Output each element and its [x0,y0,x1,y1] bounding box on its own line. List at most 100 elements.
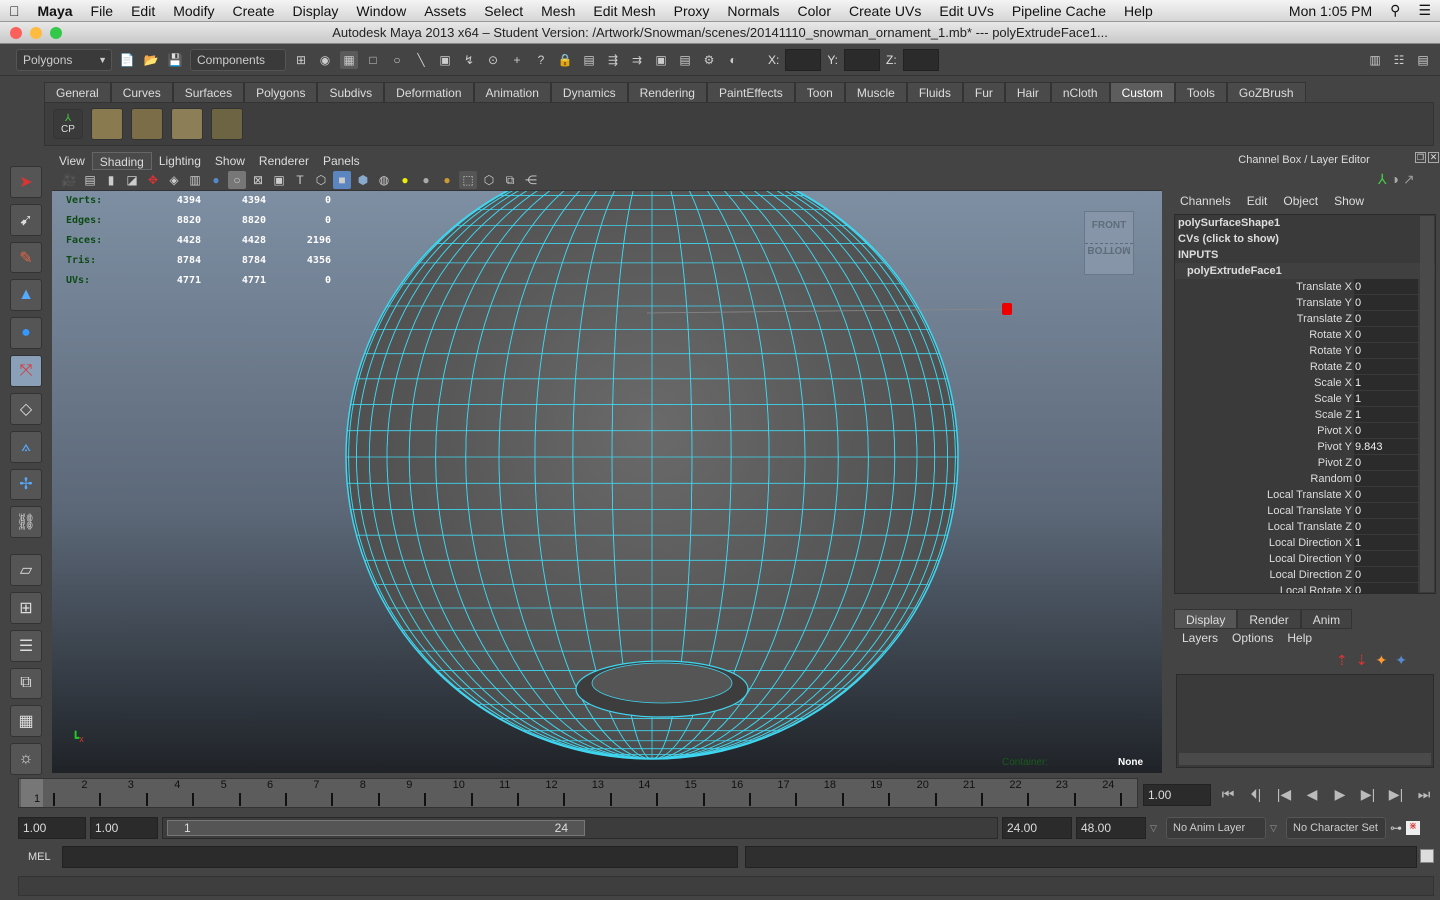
menu-mesh[interactable]: Mesh [532,3,584,19]
channel-box-scrollbar[interactable] [1420,216,1434,592]
menu-file[interactable]: File [82,3,123,19]
channel-value[interactable]: 0 [1354,423,1418,439]
extrude-icon[interactable] [171,108,203,140]
channel-value[interactable]: 0 [1354,567,1418,583]
viewport-menu-lighting[interactable]: Lighting [152,152,208,170]
end-time-field[interactable]: 48.00 [1076,817,1146,839]
channel-name[interactable]: Local Translate Z [1175,519,1354,535]
channel-row[interactable]: Translate Y0 [1175,295,1435,311]
move-layer-up-icon[interactable]: ⇡ [1336,652,1348,669]
channel-name[interactable]: Translate Y [1175,295,1354,311]
close-window-button[interactable] [10,27,22,39]
channel-value[interactable]: 0 [1354,455,1418,471]
view-cube-front[interactable]: FRONT [1085,212,1133,244]
menu-select[interactable]: Select [475,3,532,19]
range-slider-handle[interactable]: 1 24 [167,820,585,836]
channel-value[interactable]: 0 [1354,327,1418,343]
paint-select-icon[interactable]: ✎ [10,241,42,274]
shelf-tab-muscle[interactable]: Muscle [844,82,907,102]
graph-layout-icon[interactable]: ⧉ [10,667,42,700]
channel-row[interactable]: Pivot Y 9.843 [1175,439,1435,455]
vertex-mask-icon[interactable]: ○ [388,51,406,69]
channel-row[interactable]: Scale X1 [1175,375,1435,391]
input-node-name[interactable]: polyExtrudeFace1 [1175,263,1435,279]
last-tool-icon[interactable]: ✢ [10,468,42,501]
hypershade-icon[interactable]: ◐ [724,51,742,69]
channel-row[interactable]: Local Direction Y0 [1175,551,1435,567]
channel-row[interactable]: Rotate Z0 [1175,359,1435,375]
hyperbolic-icon[interactable]: ↗ [1403,171,1415,188]
menu-edit-uvs[interactable]: Edit UVs [930,3,1002,19]
point-icon[interactable]: □ [364,51,382,69]
gate-mask-icon[interactable]: ○ [228,171,246,189]
four-view-layout-icon[interactable]: ⊞ [10,591,42,624]
channel-row[interactable]: Local Rotate X0 [1175,583,1435,593]
layer-menu-options[interactable]: Options [1226,631,1281,645]
time-slider[interactable]: 123456789101112131415161718192021222324 … [18,778,1138,808]
new-layer-from-selection-icon[interactable]: ✦ [1395,652,1407,669]
auto-key-icon[interactable]: ⊶ [1390,821,1402,835]
face-mask-icon[interactable]: ▣ [436,51,454,69]
split-tool-icon[interactable]: ⛓ [10,506,42,539]
render-settings-icon[interactable]: ⚙ [700,51,718,69]
tool-settings-icon[interactable]: ☷ [1390,51,1408,69]
safe-action-icon[interactable]: ▣ [270,171,288,189]
menu-help[interactable]: Help [1115,3,1162,19]
channel-name[interactable]: Translate X [1175,279,1354,295]
xray-icon[interactable]: ⧉ [501,171,519,189]
snap-grid-icon[interactable]: ⊙ [484,51,502,69]
use-all-lights-icon[interactable]: ● [396,171,414,189]
channel-speed-icon[interactable]: ◑ [1391,171,1399,188]
uv-mask-icon[interactable]: ↯ [460,51,478,69]
channel-name[interactable]: Translate Z [1175,311,1354,327]
range-slider[interactable]: 1 24 [162,817,998,839]
open-scene-icon[interactable]: 📂 [142,51,160,69]
wireframe-on-shaded-icon[interactable]: ⬢ [354,171,372,189]
new-scene-icon[interactable]: 📄 [118,51,136,69]
menu-modify[interactable]: Modify [164,3,223,19]
lasso-tool-icon[interactable]: ➹ [10,203,42,236]
playback-end-field[interactable]: 24.00 [1002,817,1072,839]
channel-value[interactable]: 9.843 [1354,439,1418,455]
anim-layer-dropdown[interactable]: No Anim Layer [1166,817,1266,839]
menu-assets[interactable]: Assets [415,3,475,19]
output-ops-icon[interactable]: ⇉ [628,51,646,69]
step-back-frame-icon[interactable]: ⏴| [1242,786,1270,803]
apple-icon[interactable]:  [0,3,29,19]
menu-window[interactable]: Window [347,3,415,19]
channel-box-icon[interactable]: ▤ [1414,51,1432,69]
shape-node-name[interactable]: polySurfaceShape1 [1175,215,1435,231]
shelf-tab-fur[interactable]: Fur [962,82,1005,102]
menu-color[interactable]: Color [789,3,840,19]
channel-name[interactable]: Random [1175,471,1354,487]
menu-proxy[interactable]: Proxy [665,3,719,19]
shelf-tab-dynamics[interactable]: Dynamics [550,82,628,102]
shelf-tab-ncloth[interactable]: nCloth [1050,82,1110,102]
command-input[interactable] [62,846,738,868]
layer-tab-render[interactable]: Render [1237,609,1301,629]
channel-row[interactable]: Scale Z1 [1175,407,1435,423]
menu-create[interactable]: Create [223,3,283,19]
safe-title-icon[interactable]: T [291,171,309,189]
channel-row[interactable]: Translate Z0 [1175,311,1435,327]
go-to-end-icon[interactable]: ⏭ [1410,786,1438,803]
channel-row[interactable]: Scale Y1 [1175,391,1435,407]
layer-tab-anim[interactable]: Anim [1300,609,1353,629]
select-component-icon[interactable]: ▦ [340,50,358,69]
app-menu[interactable]: Maya [29,3,82,19]
channel-menu-show[interactable]: Show [1326,194,1372,208]
viewport-menu-view[interactable]: View [52,152,92,170]
channel-value[interactable]: 1 [1354,391,1418,407]
channel-value[interactable]: 0 [1354,583,1418,593]
channel-value[interactable]: 1 [1354,535,1418,551]
channel-row[interactable]: Local Translate Y0 [1175,503,1435,519]
character-set-dropdown[interactable]: No Character Set [1286,817,1386,839]
isolate-select-icon[interactable]: ⬡ [480,171,498,189]
x-field[interactable] [785,48,822,71]
shelf-tab-rendering[interactable]: Rendering [627,82,707,102]
channel-row[interactable]: Local Translate Z0 [1175,519,1435,535]
play-backwards-icon[interactable]: ◀ [1298,786,1326,803]
lock-icon[interactable]: 🔒 [556,51,574,69]
shelf-tab-polygons[interactable]: Polygons [244,82,318,102]
help-icon[interactable]: ? [532,51,550,69]
